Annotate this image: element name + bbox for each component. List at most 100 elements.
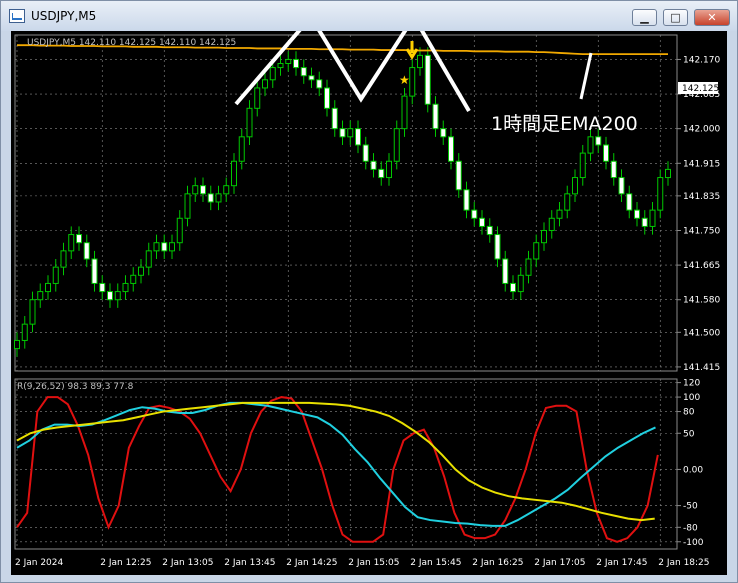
time-label: 2 Jan 15:45: [410, 558, 461, 568]
candle-bear: [293, 58, 299, 69]
candle-bull: [564, 193, 571, 211]
candle-bull: [29, 299, 36, 325]
candle-bear: [339, 128, 346, 138]
candle-bear: [300, 67, 307, 77]
candle-bear: [486, 225, 493, 236]
candle-bear: [91, 258, 98, 284]
candle-bull: [386, 160, 392, 179]
candle-bull: [254, 87, 261, 109]
candle-bull: [525, 258, 532, 276]
time-label: 2 Jan 15:05: [348, 558, 399, 568]
ema200-annotation: 1時間足EMA200: [491, 113, 638, 135]
candle-bull: [649, 209, 656, 227]
candle-bear: [378, 168, 385, 179]
title-bar[interactable]: USDJPY,M5 ▁ □ ✕: [1, 1, 737, 31]
candle-bull: [60, 250, 67, 268]
candle-bull: [231, 160, 237, 187]
candle-bull: [417, 54, 423, 69]
time-label: 2 Jan 17:05: [534, 558, 585, 568]
price-tick-label: 141.750: [683, 226, 720, 236]
candle-bull: [262, 79, 268, 89]
candle-bear: [641, 217, 648, 227]
chart-area[interactable]: 142.170 142.085 142.000 141.915 141.835 141.7…: [11, 31, 727, 575]
price-pane-frame: [14, 34, 678, 372]
price-tick-label: 141.580: [683, 296, 720, 306]
candle-bear: [603, 144, 609, 162]
candle-bear: [448, 136, 454, 162]
candle-bear: [362, 144, 369, 162]
indicator-tick-label: -100: [683, 538, 704, 548]
candles: [14, 47, 671, 357]
candle-bear: [463, 189, 470, 211]
time-label: 2 Jan 18:25: [658, 558, 709, 568]
candle-bull: [579, 152, 586, 179]
candle-bear: [610, 160, 617, 179]
candle-bear: [331, 107, 338, 130]
price-tick-label: 141.835: [683, 192, 720, 202]
candle-bear: [618, 177, 625, 195]
candle-bear: [99, 282, 106, 293]
current-price-label: 142.125: [682, 84, 719, 94]
indicator-tick-label: 100: [683, 393, 700, 403]
candle-bull: [21, 323, 28, 341]
indicator-label: R(9,26,52) 98.3 89.3 77.8: [17, 382, 134, 392]
price-tick-label: 141.665: [683, 261, 720, 271]
candle-bull: [45, 282, 51, 293]
price-axis: 142.170142.085142.000141.915141.835141.7…: [677, 55, 720, 373]
time-label: 2 Jan 13:45: [224, 558, 275, 568]
candle-bull: [517, 274, 524, 293]
candle-bull: [184, 193, 191, 219]
candle-bear: [370, 160, 377, 170]
candle-bull: [285, 58, 292, 65]
candle-bull: [192, 185, 199, 195]
indicator-tick-label: 50: [683, 429, 695, 439]
time-label: 2 Jan 13:05: [162, 558, 213, 568]
candle-bull: [587, 136, 594, 154]
time-label: 2 Jan 14:25: [286, 558, 337, 568]
indicator-tick-label: 80: [683, 408, 695, 418]
chart-window-icon: [9, 9, 25, 23]
candle-bear: [207, 193, 214, 203]
candle-bull: [572, 177, 578, 195]
candle-bull: [169, 242, 175, 252]
candle-bull: [541, 229, 547, 244]
candle-bull: [269, 67, 276, 81]
candle-bear: [634, 209, 640, 219]
candle-bear: [479, 217, 485, 227]
price-tick-label: 142.000: [683, 125, 720, 135]
indicator-line-3: [16, 401, 655, 522]
candle-bear: [355, 128, 361, 146]
time-axis: 2 Jan 2024 2 Jan 12:25 2 Jan 13:05 2 Jan 13…: [15, 558, 710, 568]
maximize-button[interactable]: □: [663, 9, 688, 26]
candle-bull: [215, 193, 222, 203]
candle-bear: [455, 160, 462, 191]
candle-bull: [246, 107, 253, 138]
indicator-tick-label: 0.00: [683, 465, 703, 475]
candle-bear: [161, 242, 168, 252]
candle-bull: [52, 266, 59, 284]
close-button[interactable]: ✕: [694, 9, 730, 26]
time-label: 2 Jan 16:25: [472, 558, 523, 568]
candle-bear: [494, 234, 501, 260]
candle-bear: [502, 258, 509, 284]
candle-bull: [37, 291, 44, 301]
price-tick-label: 141.915: [683, 159, 720, 169]
price-tick-label: 141.415: [683, 363, 720, 373]
candle-bull: [68, 234, 75, 252]
candle-bear: [424, 54, 431, 105]
candle-bull: [657, 177, 664, 211]
candle-bull: [548, 217, 555, 231]
indicator-tick-label: -80: [683, 523, 698, 533]
indicator-axis: 120 100 80 50 0.00 -50 -80 -100: [677, 379, 704, 548]
candle-bear: [595, 136, 602, 146]
time-label: 2 Jan 12:25: [100, 558, 151, 568]
window-title: USDJPY,M5: [31, 9, 97, 23]
time-label: 2 Jan 17:45: [596, 558, 647, 568]
candle-bear: [316, 79, 323, 89]
candle-bull: [223, 185, 230, 195]
entry-arrow-icon: [405, 41, 419, 60]
time-label: 2 Jan 2024: [15, 558, 63, 568]
candle-bull: [556, 209, 563, 219]
minimize-button[interactable]: ▁: [632, 9, 657, 26]
chart-canvas[interactable]: 142.170142.085142.000141.915141.835141.7…: [11, 31, 727, 575]
